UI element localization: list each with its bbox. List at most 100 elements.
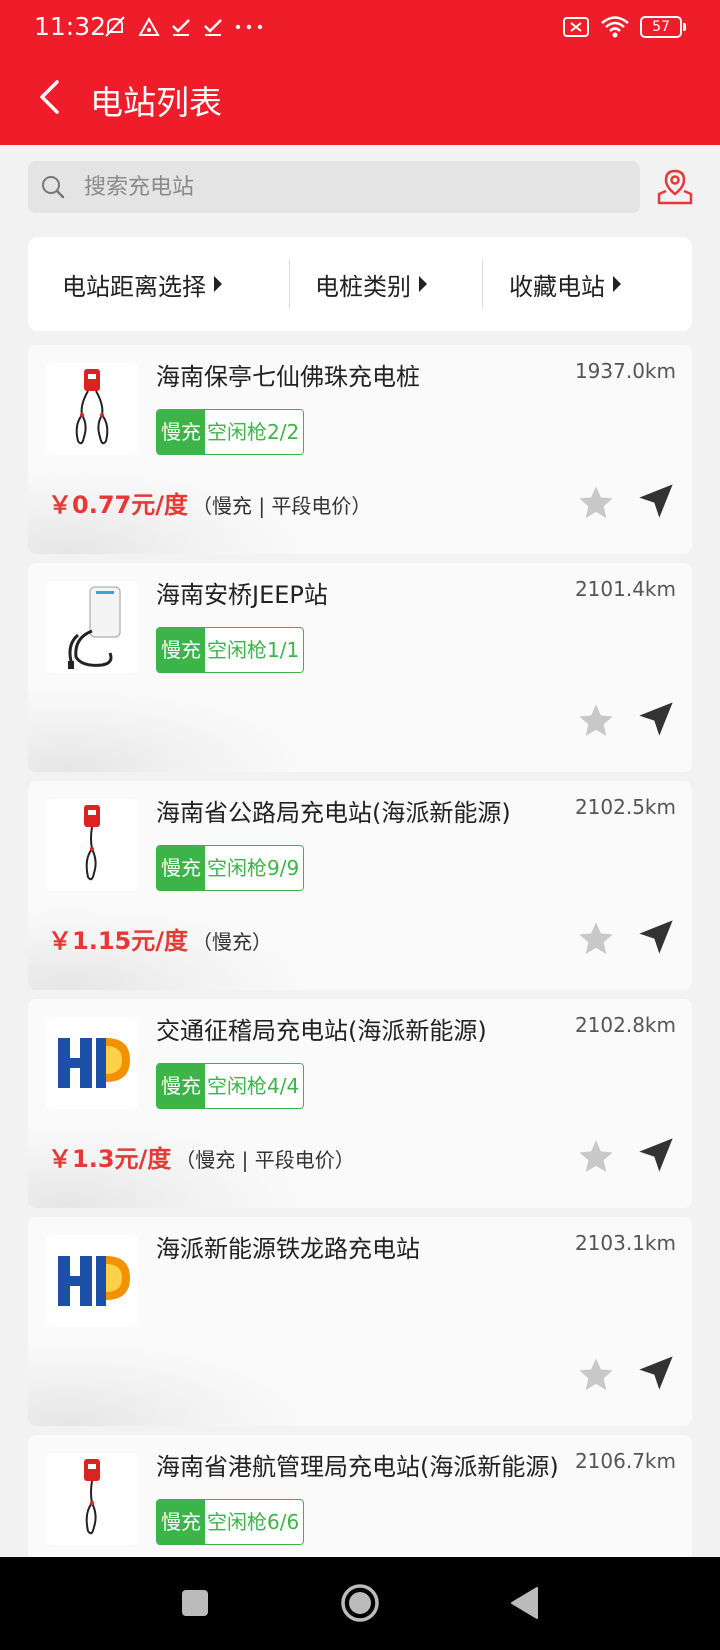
- triangle-right-icon: [419, 276, 427, 292]
- station-name: 海南安桥JEEP站: [156, 581, 328, 609]
- check-icon: [172, 19, 190, 36]
- charger-badge: 慢充 空闲枪4/4: [156, 1063, 305, 1109]
- station-card[interactable]: 海南保亭七仙佛珠充电桩 1937.0km 慢充 空闲枪2/2 ￥0.77元/度（…: [28, 345, 692, 554]
- star-icon: [579, 486, 613, 518]
- station-distance: 1937.0km: [574, 359, 676, 383]
- station-list: 海南保亭七仙佛珠充电桩 1937.0km 慢充 空闲枪2/2 ￥0.77元/度（…: [28, 345, 692, 1557]
- station-name: 海派新能源铁龙路充电站: [156, 1235, 420, 1263]
- page-title: 电站列表: [90, 83, 222, 122]
- chevron-left-icon: [40, 80, 59, 114]
- station-distance: 2102.8km: [574, 1013, 676, 1037]
- back-button[interactable]: [24, 72, 74, 122]
- price: ￥1.3元/度: [48, 1145, 172, 1173]
- system-navigation-bar: [0, 1557, 720, 1650]
- back-system-button[interactable]: [500, 1579, 548, 1627]
- price-row: ￥1.3元/度 （慢充 | 平段电价）: [48, 1139, 355, 1174]
- search-input[interactable]: [84, 161, 624, 213]
- filter-favorites[interactable]: 收藏电站: [509, 237, 621, 331]
- free-guns: 空闲枪9/9: [205, 846, 304, 890]
- station-card[interactable]: 海南安桥JEEP站 2101.4km 慢充 空闲枪1/1: [28, 563, 692, 772]
- search-row: [0, 145, 720, 225]
- price-row: ￥1.15元/度 （慢充）: [48, 921, 272, 956]
- station-distance: 2103.1km: [574, 1231, 676, 1255]
- price-note: （慢充 | 平段电价）: [191, 494, 372, 518]
- charger-type: 慢充: [157, 410, 205, 454]
- triangle-left-icon: [511, 1587, 538, 1619]
- charger-badge: 慢充 空闲枪1/1: [156, 627, 305, 673]
- station-name: 海南保亭七仙佛珠充电桩: [156, 363, 420, 391]
- free-guns: 空闲枪6/6: [205, 1500, 304, 1544]
- navigation-bar: 电站列表: [0, 60, 720, 140]
- search-box[interactable]: [28, 161, 640, 213]
- station-thumbnail: [46, 799, 138, 891]
- favorite-button[interactable]: [574, 481, 618, 525]
- filter-label: 收藏电站: [509, 272, 605, 301]
- charger-badge: 慢充 空闲枪6/6: [156, 1499, 305, 1545]
- station-card[interactable]: 交通征稽局充电站(海派新能源) 2102.8km 慢充 空闲枪4/4 ￥1.3元…: [28, 999, 692, 1208]
- station-card[interactable]: 海南省公路局充电站(海派新能源) 2102.5km 慢充 空闲枪9/9 ￥1.1…: [28, 781, 692, 990]
- navigate-button[interactable]: [634, 1133, 678, 1177]
- star-icon: [579, 1140, 613, 1172]
- check-icon: [204, 19, 222, 36]
- navigate-button[interactable]: [634, 1351, 678, 1395]
- hp-logo-icon: [58, 1038, 130, 1088]
- station-distance: 2102.5km: [574, 795, 676, 819]
- star-icon: [579, 704, 613, 736]
- navigation-arrow-icon: [639, 920, 673, 954]
- favorite-button[interactable]: [574, 699, 618, 743]
- more-dots-icon: [235, 24, 263, 30]
- filter-label: 电站距离选择: [62, 272, 206, 301]
- charger-type: 慢充: [157, 846, 205, 890]
- home-button[interactable]: [336, 1579, 384, 1627]
- charger-badge: 慢充 空闲枪9/9: [156, 845, 305, 891]
- red-charger-icon: [84, 805, 100, 881]
- red-charger-icon: [75, 369, 109, 445]
- station-thumbnail: [46, 1453, 138, 1545]
- charger-type: 慢充: [157, 628, 205, 672]
- price-note: （慢充）: [191, 930, 272, 954]
- mute-icon: [105, 16, 125, 37]
- no-sim-icon: [563, 17, 589, 37]
- station-thumbnail: [46, 1235, 138, 1327]
- square-icon: [182, 1590, 208, 1616]
- battery-indicator: 57: [640, 16, 686, 38]
- circle-icon: [341, 1584, 379, 1622]
- wifi-icon: [601, 16, 629, 38]
- divider: [482, 259, 483, 309]
- hp-logo-icon: [58, 1256, 130, 1306]
- alert-triangle-icon: [138, 16, 160, 36]
- navigation-arrow-icon: [639, 484, 673, 518]
- status-bar: 11:32 57: [0, 0, 720, 56]
- navigate-button[interactable]: [634, 697, 678, 741]
- station-distance: 2101.4km: [574, 577, 676, 601]
- free-guns: 空闲枪2/2: [205, 410, 304, 454]
- price: ￥1.15元/度: [48, 927, 188, 955]
- recents-button[interactable]: [171, 1579, 219, 1627]
- station-card[interactable]: 海派新能源铁龙路充电站 2103.1km: [28, 1217, 692, 1426]
- red-charger-icon: [84, 1459, 100, 1535]
- free-guns: 空闲枪1/1: [205, 628, 304, 672]
- map-pin-icon: [657, 169, 693, 205]
- station-card[interactable]: 海南省港航管理局充电站(海派新能源) 2106.7km 慢充 空闲枪6/6: [28, 1435, 692, 1557]
- charger-type: 慢充: [157, 1500, 205, 1544]
- filter-pile-type[interactable]: 电桩类别: [315, 237, 427, 331]
- divider: [289, 259, 290, 309]
- favorite-button[interactable]: [574, 917, 618, 961]
- star-icon: [579, 1358, 613, 1390]
- navigate-button[interactable]: [634, 479, 678, 523]
- station-distance: 2106.7km: [574, 1449, 676, 1473]
- filter-distance[interactable]: 电站距离选择: [62, 237, 222, 331]
- map-view-button[interactable]: [650, 161, 700, 213]
- station-name: 海南省公路局充电站(海派新能源): [156, 799, 511, 827]
- price: ￥0.77元/度: [48, 491, 188, 519]
- status-notification-icons: [102, 14, 264, 40]
- favorite-button[interactable]: [574, 1135, 618, 1179]
- station-name: 海南省港航管理局充电站(海派新能源): [156, 1453, 559, 1481]
- free-guns: 空闲枪4/4: [205, 1064, 304, 1108]
- favorite-button[interactable]: [574, 1353, 618, 1397]
- charger-badge: 慢充 空闲枪2/2: [156, 409, 305, 455]
- navigation-arrow-icon: [639, 1356, 673, 1390]
- navigate-button[interactable]: [634, 915, 678, 959]
- price-row: ￥0.77元/度 （慢充 | 平段电价）: [48, 485, 371, 520]
- station-thumbnail: [46, 581, 138, 673]
